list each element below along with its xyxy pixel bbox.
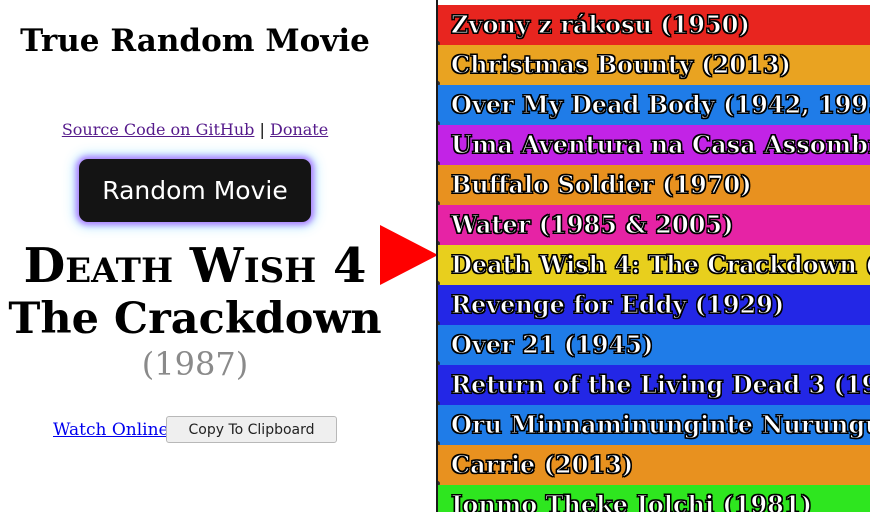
wheel-item: Jonmo Theke Jolchi (1981) bbox=[438, 485, 870, 512]
copy-to-clipboard-button[interactable]: Copy To Clipboard bbox=[166, 416, 337, 443]
wheel-item-label: Christmas Bounty (2013) bbox=[451, 50, 792, 80]
links-row: Source Code on GitHub | Donate bbox=[0, 120, 390, 140]
donate-link[interactable]: Donate bbox=[270, 120, 328, 139]
wheel-item-label: Water (1985 & 2005) bbox=[450, 210, 734, 240]
wheel-item-label: Zvony z rákosu (1950) bbox=[451, 10, 751, 40]
wheel-item: Zvony z rákosu (1950) bbox=[438, 5, 870, 45]
wheel-item: Return of the Living Dead 3 (1993) bbox=[438, 365, 870, 405]
movie-year: (1987) bbox=[141, 345, 249, 383]
movie-wheel[interactable]: Zvony z rákosu (1950) Christmas Bounty (2… bbox=[436, 0, 870, 512]
movie-title: Death Wish 4 The Crackdown bbox=[0, 240, 390, 346]
site-title: True Random Movie bbox=[20, 23, 370, 59]
link-separator: | bbox=[259, 120, 265, 139]
wheel-item-label: Revenge for Eddy (1929) bbox=[450, 290, 785, 320]
wheel-item-label: Death Wish 4: The Crackdown (1987) bbox=[451, 250, 870, 280]
wheel-item: Revenge for Eddy (1929) bbox=[438, 285, 870, 325]
wheel-item: Over 21 (1945) bbox=[438, 325, 870, 365]
wheel-item: Uma Aventura na Casa Assombrada bbox=[438, 125, 870, 165]
wheel-item: Over My Dead Body (1942, 1995) bbox=[438, 85, 870, 125]
wheel-item: Christmas Bounty (2013) bbox=[438, 45, 870, 85]
pointer-arrow-icon bbox=[380, 225, 438, 285]
wheel-item: Carrie (2013) bbox=[438, 445, 870, 485]
source-code-link[interactable]: Source Code on GitHub bbox=[62, 120, 255, 139]
wheel-item-label: Carrie (2013) bbox=[450, 450, 634, 480]
wheel-item: Death Wish 4: The Crackdown (1987) bbox=[438, 245, 870, 285]
wheel-item: Buffalo Soldier (1970) bbox=[438, 165, 870, 205]
wheel-item-label: Oru Minnaminunginte Nurunguvettam bbox=[451, 410, 870, 440]
wheel-item: Water (1985 & 2005) bbox=[438, 205, 870, 245]
wheel-item-label: Over 21 (1945) bbox=[450, 330, 654, 360]
movie-title-line1: Death Wish 4 bbox=[23, 238, 367, 294]
wheel-item-label: Return of the Living Dead 3 (1993) bbox=[450, 370, 870, 400]
wheel-item-label: Buffalo Soldier (1970) bbox=[451, 170, 753, 200]
wheel-item-label: Over My Dead Body (1942, 1995) bbox=[450, 90, 870, 120]
wheel-item: Oru Minnaminunginte Nurunguvettam bbox=[438, 405, 870, 445]
movie-title-line2: The Crackdown bbox=[8, 294, 382, 344]
left-panel: True Random Movie Source Code on GitHub … bbox=[0, 0, 390, 512]
watch-online-link[interactable]: Watch Online bbox=[53, 419, 169, 441]
random-movie-button[interactable]: Random Movie bbox=[79, 159, 311, 222]
wheel-item-label: Jonmo Theke Jolchi (1981) bbox=[451, 490, 813, 512]
wheel-item-label: Uma Aventura na Casa Assombrada bbox=[450, 130, 870, 160]
